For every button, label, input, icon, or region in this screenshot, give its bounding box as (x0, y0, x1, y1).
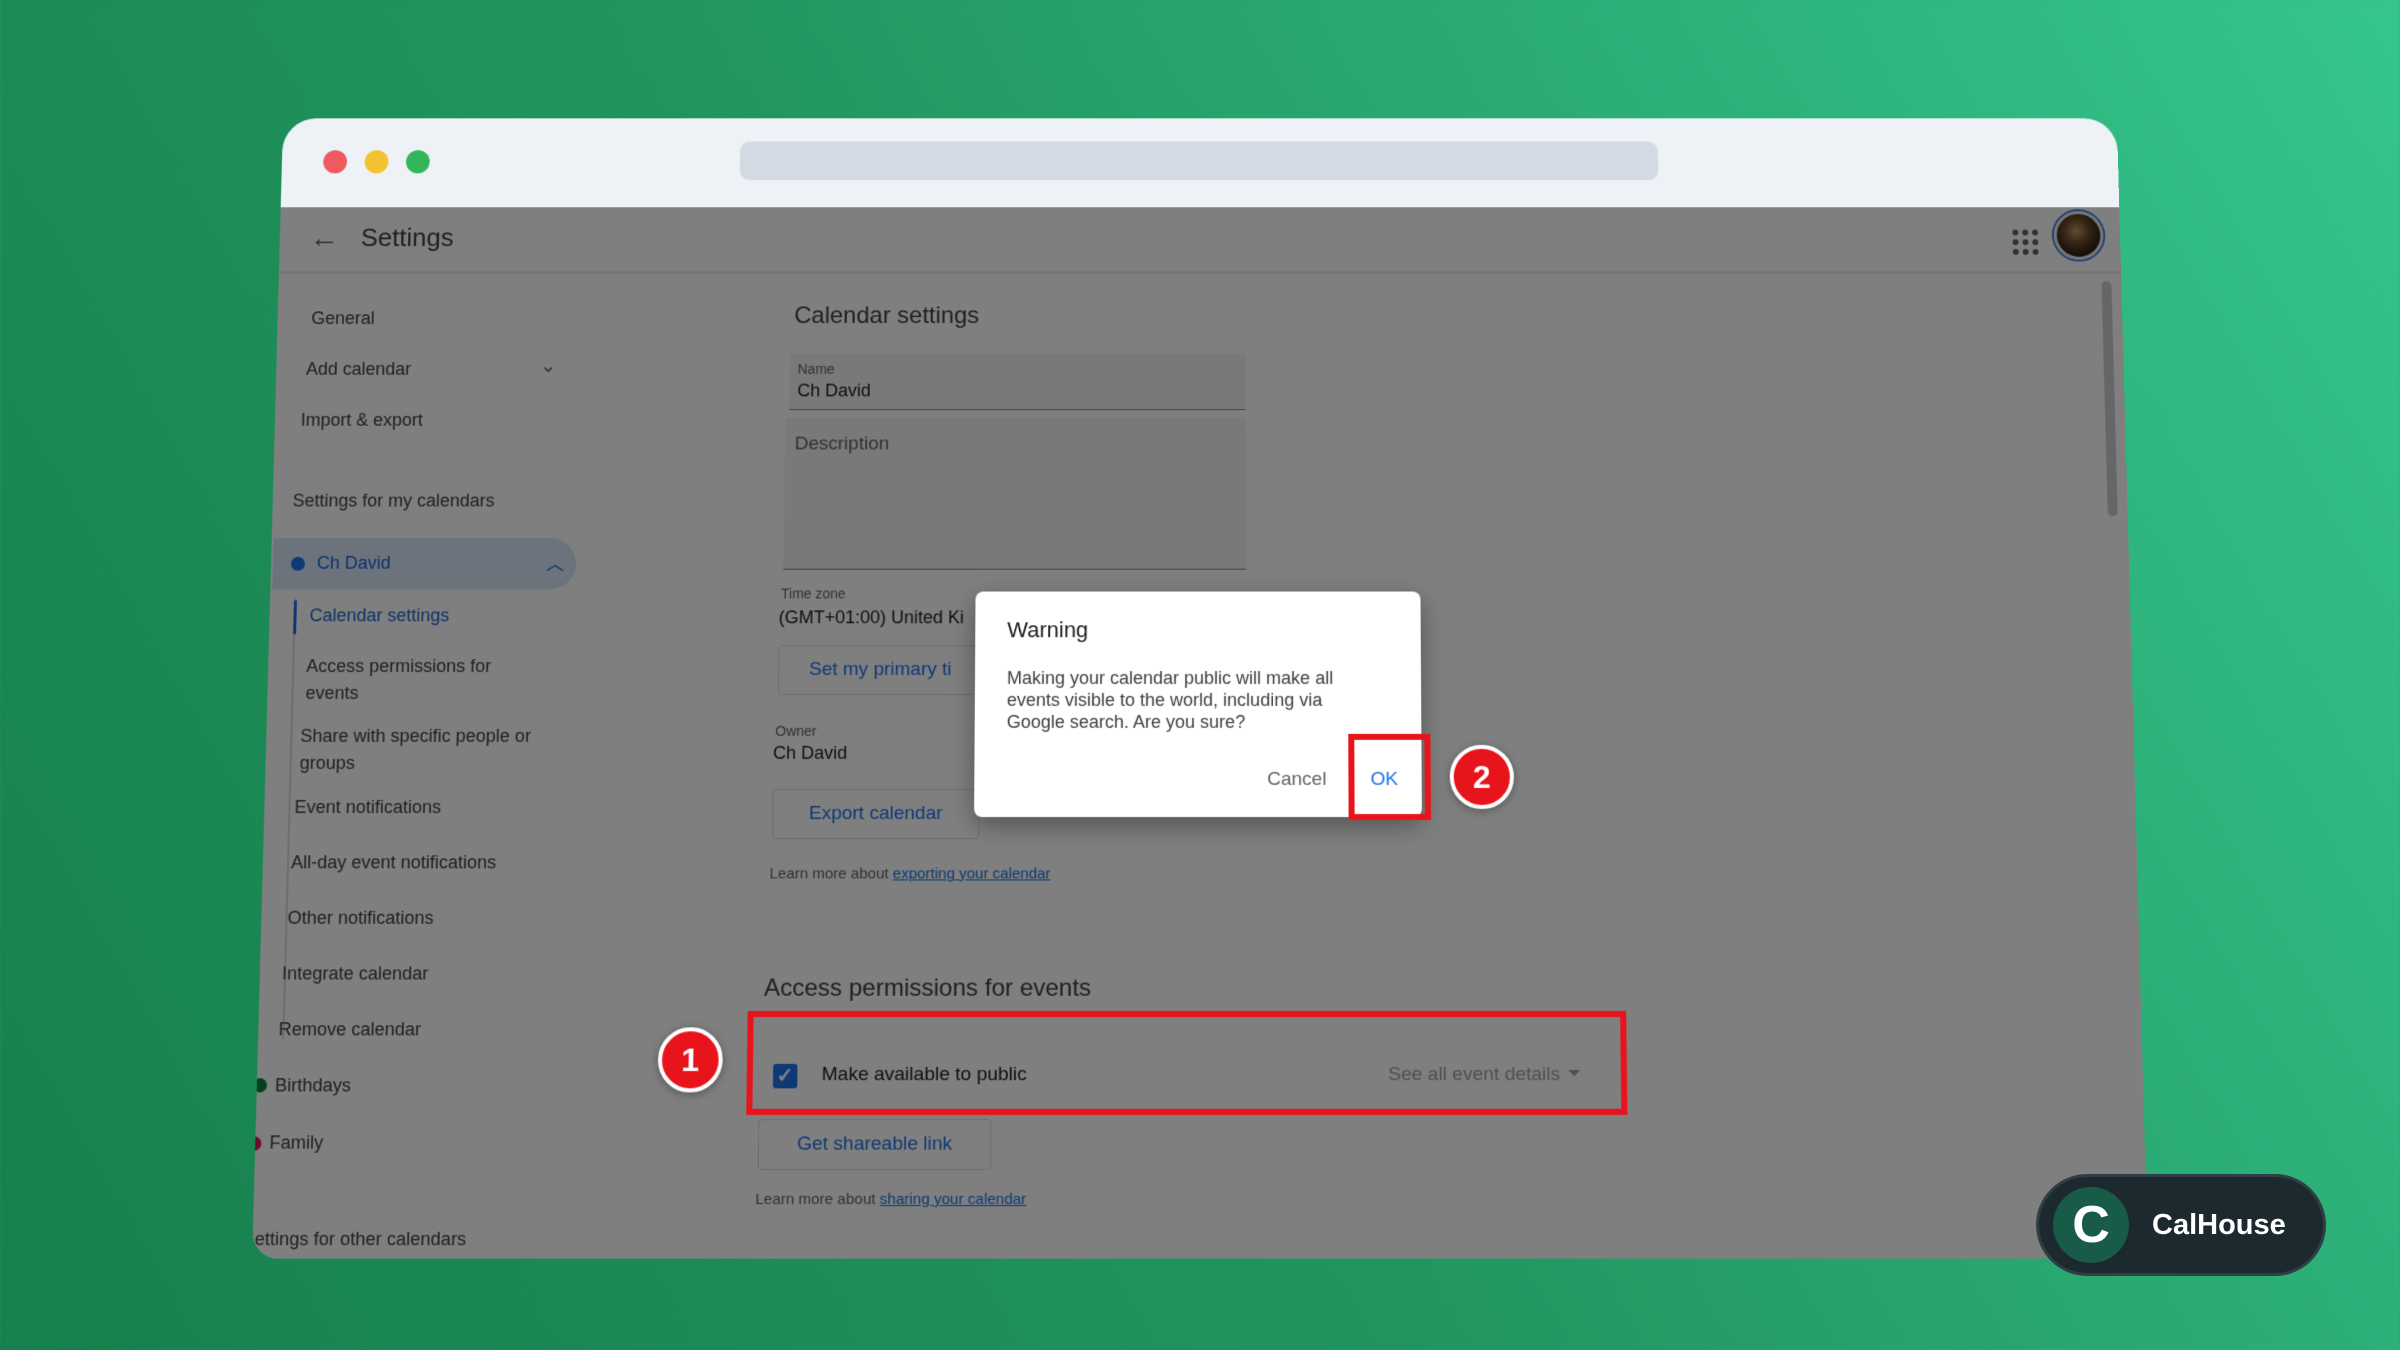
close-window-dot[interactable] (323, 150, 347, 173)
highlight-box-step1 (746, 1011, 1627, 1115)
cancel-button[interactable]: Cancel (1267, 769, 1326, 791)
browser-window: ← Settings General Add calendar ⌄ Import… (0, 16, 2400, 1350)
maximize-window-dot[interactable] (406, 150, 430, 173)
brand-logo-icon: C (2053, 1187, 2129, 1263)
step-2-badge: 2 (1450, 745, 1515, 809)
browser-chrome (281, 118, 2120, 207)
brand-name: CalHouse (2152, 1209, 2286, 1242)
brand-badge: C CalHouse (2036, 1174, 2326, 1276)
minimize-window-dot[interactable] (364, 150, 388, 173)
dialog-body: Making your calendar public will make al… (1007, 667, 1378, 733)
address-bar[interactable] (740, 142, 1659, 181)
highlight-box-step2 (1348, 734, 1431, 820)
dialog-title: Warning (1007, 617, 1088, 643)
calendar-settings-app: ← Settings General Add calendar ⌄ Import… (252, 207, 2148, 1258)
